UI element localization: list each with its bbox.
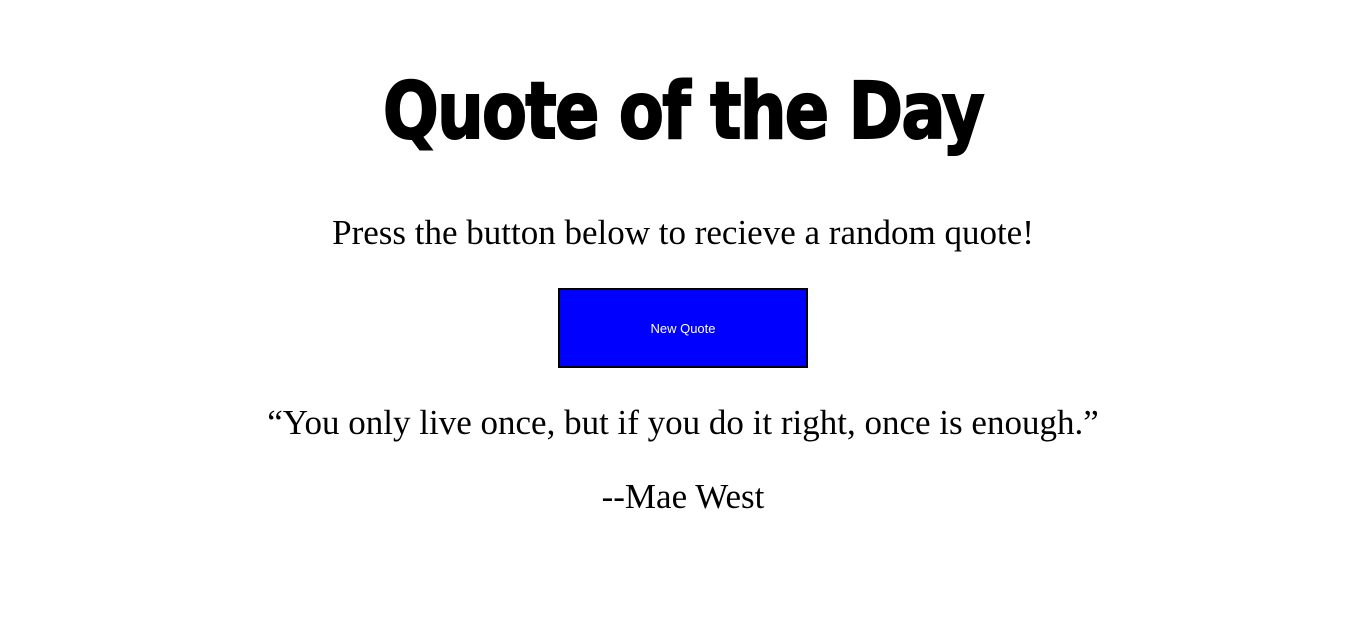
quote-author: --Mae West (601, 477, 765, 516)
quote-text: “You only live once, but if you do it ri… (267, 403, 1099, 442)
quote-page: Quote of the Day Press the button below … (0, 0, 1366, 641)
page-title: Quote of the Day (382, 66, 985, 158)
instructions-text: Press the button below to recieve a rand… (332, 213, 1034, 252)
new-quote-button[interactable]: New Quote (558, 288, 808, 368)
